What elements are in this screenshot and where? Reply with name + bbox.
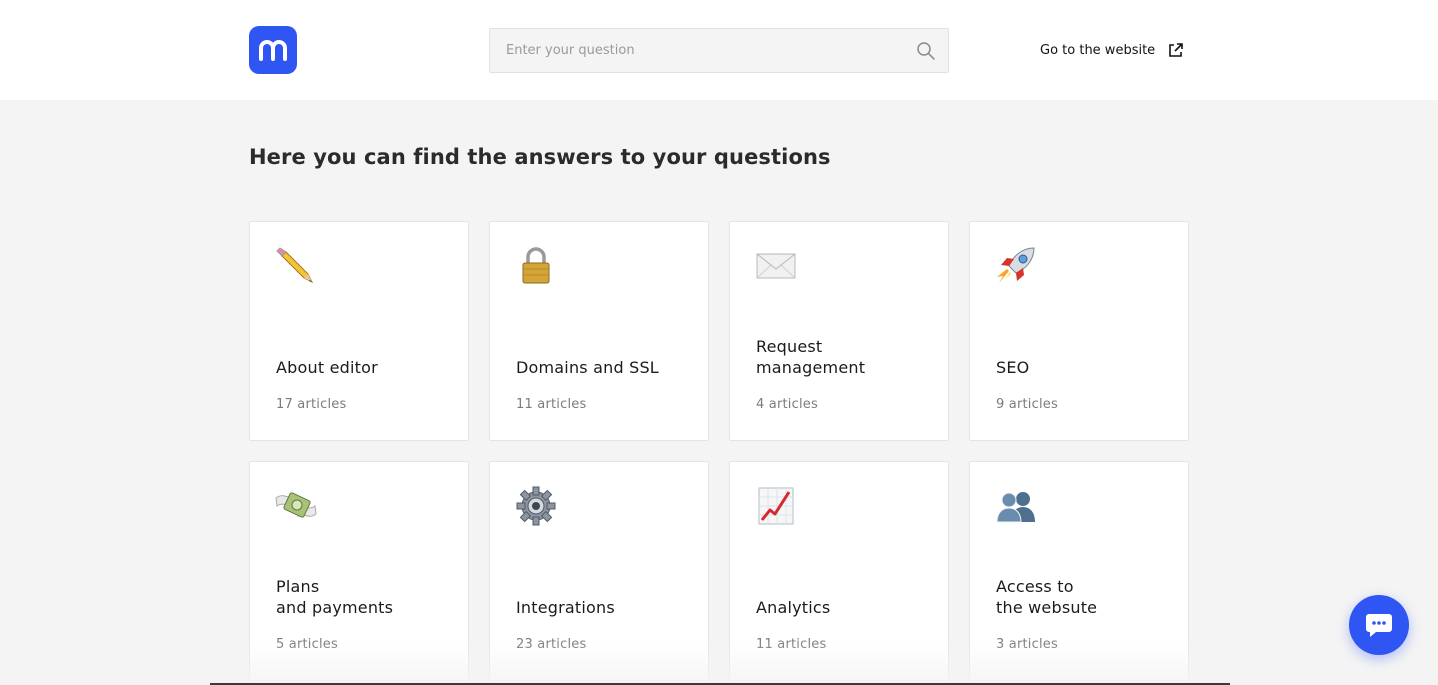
search-input[interactable] <box>490 29 900 72</box>
title-line: management <box>756 358 866 377</box>
category-title: Request management <box>756 336 936 378</box>
search-box <box>489 28 949 73</box>
busts-icon <box>996 492 1035 523</box>
title-line: the websute <box>996 598 1098 617</box>
category-count: 17 articles <box>276 397 347 412</box>
title-line: and payments <box>276 598 394 617</box>
category-count: 5 articles <box>276 637 338 652</box>
bottom-fade <box>0 640 1438 685</box>
category-card-seo[interactable]: SEO 9 articles <box>969 221 1189 441</box>
category-title: Plans and payments <box>276 576 456 618</box>
chat-button[interactable] <box>1349 595 1409 655</box>
category-title: About editor <box>276 358 378 377</box>
category-title: Access to the websute <box>996 576 1176 618</box>
category-count: 9 articles <box>996 397 1058 412</box>
go-to-website-link[interactable]: Go to the website <box>1040 38 1184 62</box>
lock-icon <box>522 247 550 284</box>
category-count: 11 articles <box>756 637 827 652</box>
rocket-icon <box>997 247 1035 283</box>
category-count: 11 articles <box>516 397 587 412</box>
category-count: 3 articles <box>996 637 1058 652</box>
category-title: SEO <box>996 358 1030 377</box>
gear-icon <box>516 486 556 526</box>
chart-increasing-icon <box>758 487 794 525</box>
header: Go to the website <box>0 0 1438 100</box>
title-line: Request <box>756 337 823 356</box>
envelope-icon <box>756 253 796 279</box>
category-count: 23 articles <box>516 637 587 652</box>
title-line: Plans <box>276 577 320 596</box>
m-logo-icon[interactable] <box>249 26 297 74</box>
category-card-about-editor[interactable]: About editor 17 articles <box>249 221 469 441</box>
category-card-integrations[interactable]: Integrations 23 articles <box>489 461 709 681</box>
category-card-domains-ssl[interactable]: Domains and SSL 11 articles <box>489 221 709 441</box>
go-to-website-label: Go to the website <box>1040 42 1156 58</box>
category-count: 4 articles <box>756 397 818 412</box>
external-link-icon <box>1169 42 1183 57</box>
category-card-analytics[interactable]: Analytics 11 articles <box>729 461 949 681</box>
page-title: Here you can find the answers to your qu… <box>249 145 831 169</box>
category-card-access-website[interactable]: Access to the websute 3 articles <box>969 461 1189 681</box>
category-title: Domains and SSL <box>516 358 659 377</box>
category-title: Integrations <box>516 598 615 617</box>
category-card-plans-payments[interactable]: Plans and payments 5 articles <box>249 461 469 681</box>
category-title: Analytics <box>756 598 831 617</box>
chat-bubble-icon <box>1366 614 1392 637</box>
category-card-request-management[interactable]: Request management 4 articles <box>729 221 949 441</box>
search-icon[interactable] <box>916 41 936 61</box>
title-line: Access to <box>996 577 1074 596</box>
pencil-icon <box>276 247 314 284</box>
money-with-wings-icon <box>275 492 317 518</box>
